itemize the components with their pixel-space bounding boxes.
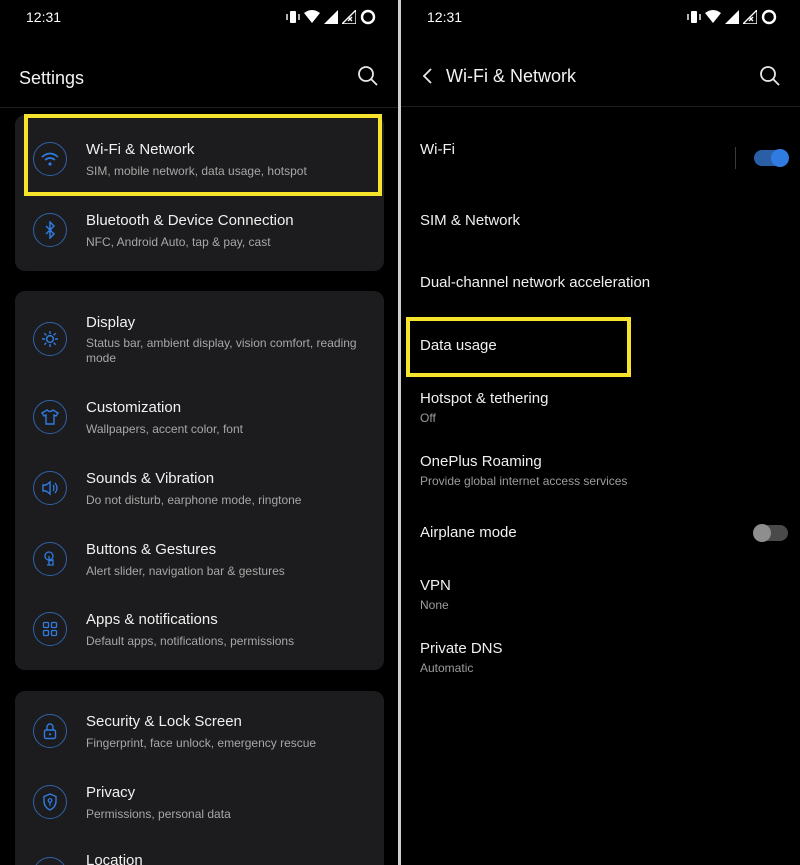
bluetooth-icon (33, 213, 67, 247)
battery-icon (761, 9, 777, 25)
settings-item-location[interactable]: Location (15, 841, 384, 865)
item-title: Private DNS (420, 640, 503, 657)
item-title: Security & Lock Screen (86, 713, 242, 730)
vibrate-icon (687, 11, 701, 23)
item-title: VPN (420, 577, 451, 594)
setting-sim-network[interactable]: SIM & Network (420, 212, 520, 229)
item-title: Dual-channel network acceleration (420, 274, 651, 291)
item-title: Display (86, 314, 136, 331)
item-title: Sounds & Vibration (86, 470, 215, 487)
page-title: Settings (19, 68, 85, 88)
status-time: 12:31 (26, 9, 62, 25)
settings-card-security: Security & Lock Screen Fingerprint, face… (15, 691, 384, 865)
item-title: OnePlus Roaming (420, 453, 542, 470)
item-title: Privacy (86, 784, 136, 801)
setting-airplane-mode[interactable]: Airplane mode (420, 524, 517, 541)
toggle-divider (735, 147, 736, 169)
item-subtitle: NFC, Android Auto, tap & pay, cast (86, 235, 271, 249)
battery-icon (360, 9, 376, 25)
status-icons (286, 9, 376, 25)
item-subtitle: Off (420, 411, 436, 425)
item-subtitle: Provide global internet access services (420, 474, 628, 488)
settings-item-apps-notifications[interactable]: Apps & notifications Default apps, notif… (15, 603, 384, 670)
status-time: 12:31 (427, 9, 463, 25)
item-subtitle: None (420, 598, 449, 612)
search-button[interactable] (356, 64, 380, 88)
wifi-network-screen: 12:31 Wi-Fi & Network Wi-Fi SIM & Networ… (401, 0, 800, 865)
signal-icon (725, 10, 739, 24)
item-subtitle: Wallpapers, accent color, font (86, 422, 243, 436)
settings-item-customization[interactable]: Customization Wallpapers, accent color, … (15, 391, 384, 461)
item-title: Location (86, 852, 143, 865)
wifi-icon (705, 10, 721, 23)
setting-wifi[interactable]: Wi-Fi (420, 141, 455, 158)
airplane-mode-toggle[interactable] (753, 524, 788, 542)
privacy-shield-icon (33, 785, 67, 819)
setting-private-dns[interactable]: Private DNS Automatic (420, 640, 503, 675)
search-button[interactable] (758, 64, 782, 88)
item-subtitle: Permissions, personal data (86, 807, 231, 821)
wifi-icon (304, 10, 320, 23)
item-subtitle: Fingerprint, face unlock, emergency resc… (86, 736, 317, 750)
item-title: Customization (86, 399, 182, 416)
settings-screen: 12:31 Settings Wi-Fi & Network SIM, mobi… (0, 0, 398, 865)
settings-item-bluetooth[interactable]: Bluetooth & Device Connection NFC, Andro… (15, 199, 384, 271)
item-title: Buttons & Gestures (86, 541, 217, 558)
brightness-icon (33, 322, 67, 356)
setting-oneplus-roaming[interactable]: OnePlus Roaming Provide global internet … (420, 453, 627, 488)
setting-dual-channel[interactable]: Dual-channel network acceleration (420, 274, 650, 291)
item-subtitle: Automatic (420, 661, 474, 675)
page-title: Wi-Fi & Network (446, 66, 576, 86)
toggle-knob (753, 524, 771, 542)
speaker-icon (33, 471, 67, 505)
apps-grid-icon (33, 612, 67, 646)
item-title: Wi-Fi (420, 141, 455, 158)
lock-icon (33, 714, 67, 748)
item-title: Apps & notifications (86, 611, 218, 628)
settings-item-privacy[interactable]: Privacy Permissions, personal data (15, 771, 384, 841)
item-title: Airplane mode (420, 524, 517, 541)
signal-icon (324, 10, 338, 24)
signal-no-data-icon (342, 10, 356, 24)
item-subtitle: Status bar, ambient display, vision comf… (86, 336, 357, 365)
setting-vpn[interactable]: VPN None (420, 577, 451, 612)
wifi-toggle[interactable] (754, 149, 789, 167)
back-arrow-icon (422, 68, 432, 84)
item-subtitle: Do not disturb, earphone mode, ringtone (86, 493, 302, 507)
settings-card-personalization: Display Status bar, ambient display, vis… (15, 291, 384, 670)
item-subtitle: Alert slider, navigation bar & gestures (86, 564, 285, 578)
item-title: Bluetooth & Device Connection (86, 212, 294, 229)
back-button[interactable] (417, 64, 441, 88)
highlight-box (406, 317, 631, 377)
location-icon (33, 857, 67, 865)
settings-item-sounds[interactable]: Sounds & Vibration Do not disturb, earph… (15, 461, 384, 532)
settings-item-security-lock[interactable]: Security & Lock Screen Fingerprint, face… (15, 691, 384, 771)
settings-item-buttons-gestures[interactable]: Buttons & Gestures Alert slider, navigat… (15, 532, 384, 603)
search-icon (358, 66, 378, 86)
gesture-icon (33, 542, 67, 576)
toggle-knob (771, 149, 789, 167)
item-title: SIM & Network (420, 212, 521, 229)
status-icons (687, 9, 777, 25)
item-title: Hotspot & tethering (420, 390, 549, 407)
signal-no-data-icon (743, 10, 757, 24)
item-subtitle: Default apps, notifications, permissions (86, 634, 295, 648)
vibrate-icon (286, 11, 300, 23)
header-divider (401, 106, 800, 107)
setting-hotspot[interactable]: Hotspot & tethering Off (420, 390, 548, 425)
tshirt-icon (33, 400, 67, 434)
highlight-box (24, 114, 382, 196)
settings-item-display[interactable]: Display Status bar, ambient display, vis… (15, 291, 384, 391)
search-icon (760, 66, 780, 86)
header-divider (0, 107, 398, 108)
